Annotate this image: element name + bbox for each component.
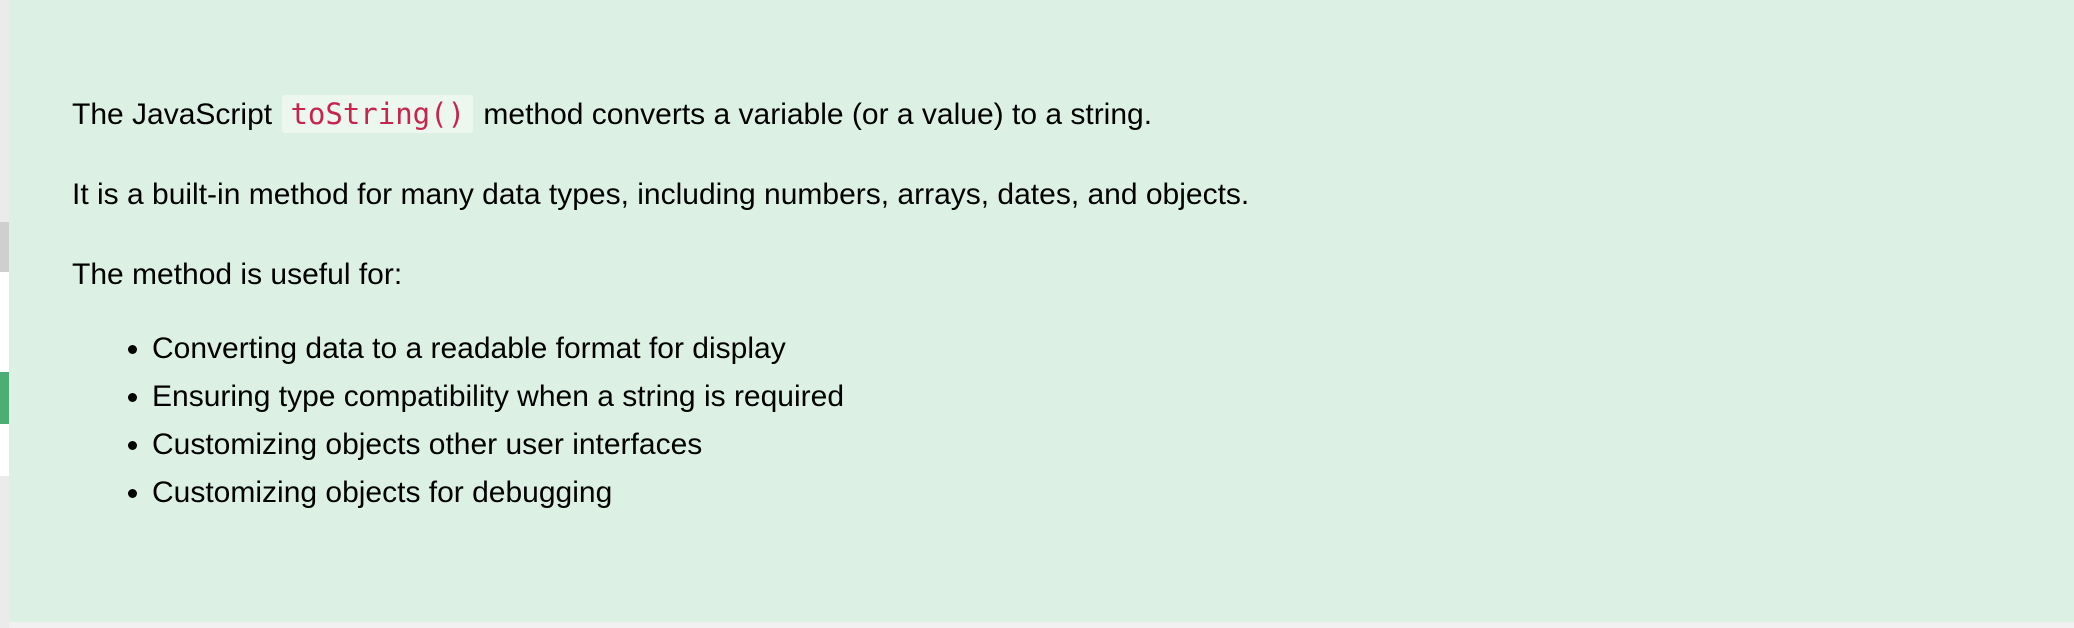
active-section-marker [0, 372, 9, 424]
note-panel: The JavaScript toString() method convert… [9, 0, 2074, 622]
left-scroll-strip [0, 0, 9, 628]
list-item: Converting data to a readable format for… [152, 325, 2074, 373]
tostring-code: toString() [282, 95, 474, 133]
list-item: Ensuring type compatibility when a strin… [152, 373, 2074, 421]
intro-paragraph: The JavaScript toString() method convert… [72, 94, 2074, 135]
useful-for-paragraph: The method is useful for: [72, 258, 403, 291]
list-item: Customizing objects other user interface… [152, 421, 2074, 469]
builtin-paragraph: It is a built-in method for many data ty… [72, 178, 1250, 211]
page: The JavaScript toString() method convert… [0, 0, 2074, 628]
scroll-marker [0, 222, 9, 272]
uses-list: Converting data to a readable format for… [72, 325, 2074, 517]
list-item: Customizing objects for debugging [152, 469, 2074, 517]
scroll-gap-lower [0, 424, 9, 476]
scroll-gap [0, 272, 9, 372]
intro-text-before: The JavaScript [72, 98, 273, 131]
intro-text-after: method converts a variable (or a value) … [483, 98, 1153, 131]
